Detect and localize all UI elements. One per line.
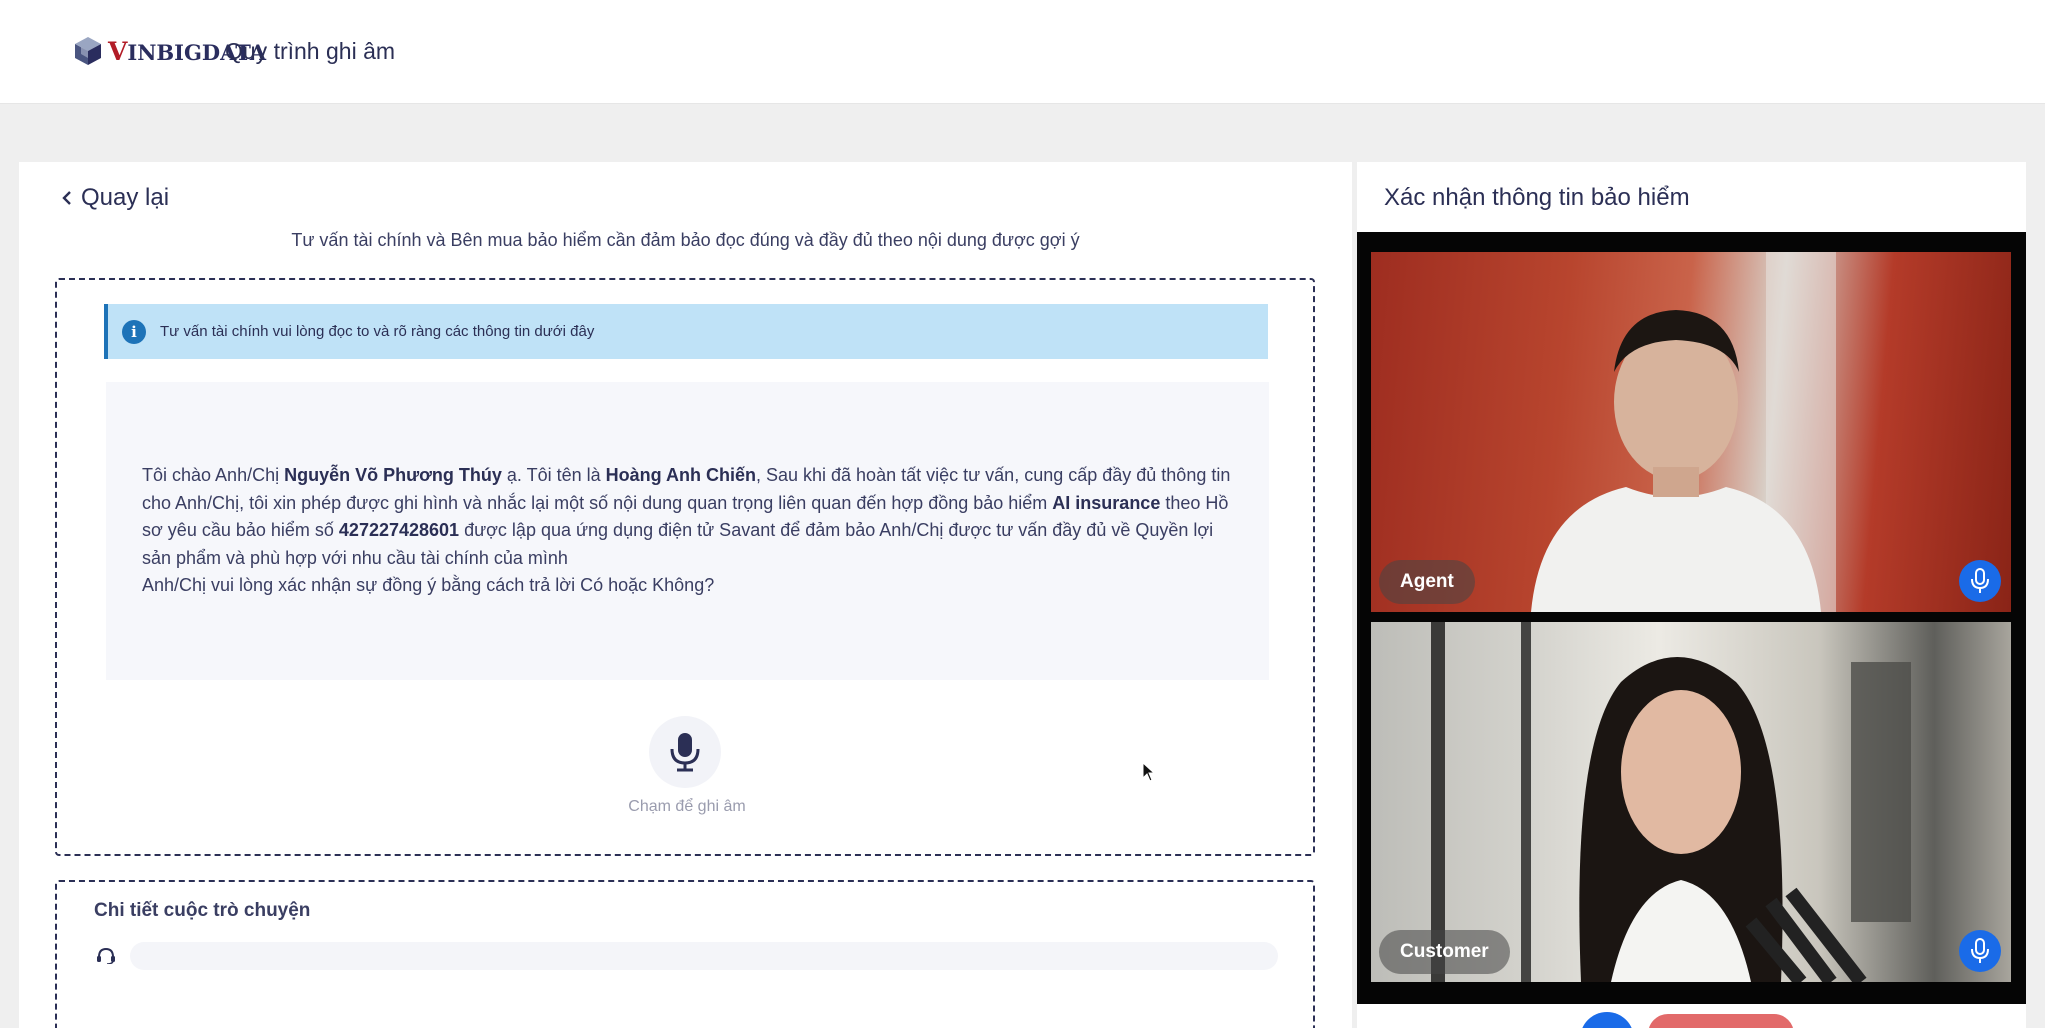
microphone-icon [1971,938,1989,963]
instruction-text: Tư vấn tài chính và Bên mua bảo hiểm cần… [291,230,1080,250]
script-section: i Tư vấn tài chính vui lòng đọc to và rõ… [55,278,1315,856]
agent-video[interactable]: Agent [1371,252,2011,612]
video-call-area: Agent Customer [1357,232,2026,1004]
record-hint: Chạm để ghi âm [628,798,746,815]
back-label: Quay lại [81,184,170,211]
chevron-left-icon [62,191,71,205]
script-panel: Quay lại Tư vấn tài chính và Bên mua bảo… [19,162,1352,1028]
headset-icon [97,947,115,964]
top-bar: VINBIGDATA Quy trình ghi âm [0,0,2045,104]
script-card: Tôi chào Anh/Chị Nguyễn Võ Phương Thúy ạ… [106,382,1269,680]
agent-label: Agent [1379,560,1475,604]
microphone-icon [670,733,700,772]
customer-person-image [1431,622,1911,982]
policy-number: 427227428601 [338,520,460,540]
video-panel: Xác nhận thông tin bảo hiểm Agent Custom… [1357,162,2026,1028]
info-icon: i [122,319,146,344]
product-name: AI insurance [1052,492,1161,513]
customer-name: Nguyễn Võ Phương Thúy [284,465,502,485]
customer-video[interactable]: Customer [1371,622,2011,982]
end-call-button[interactable] [1648,1014,1794,1028]
cube-logo-icon [75,37,101,65]
agent-mic-button[interactable] [1959,560,2001,602]
confirm-question: Anh/Chị vui lòng xác nhận sự đồng ý bằng… [142,575,715,595]
info-banner: i Tư vấn tài chính vui lòng đọc to và rõ… [104,304,1268,359]
app-title: Quy trình ghi âm [225,38,396,64]
back-button[interactable]: Quay lại [61,184,169,212]
mouse-cursor-icon [1142,762,1156,782]
conversation-details: Chi tiết cuộc trò chuyện [55,880,1315,1028]
agent-name: Hoàng Anh Chiến [605,465,756,485]
customer-mic-button[interactable] [1959,930,2001,972]
customer-label: Customer [1379,930,1510,974]
script-text: Tôi chào Anh/Chị Nguyễn Võ Phương Thúy ạ… [142,465,1231,595]
record-button[interactable] [649,716,721,788]
video-panel-title: Xác nhận thông tin bảo hiểm [1384,184,1690,211]
audio-progress-bar[interactable] [130,942,1278,970]
microphone-icon [1971,568,1989,593]
agent-person-image [1531,252,1836,612]
info-banner-text: Tư vấn tài chính vui lòng đọc to và rõ r… [160,323,595,340]
conversation-title: Chi tiết cuộc trò chuyện [94,900,311,921]
